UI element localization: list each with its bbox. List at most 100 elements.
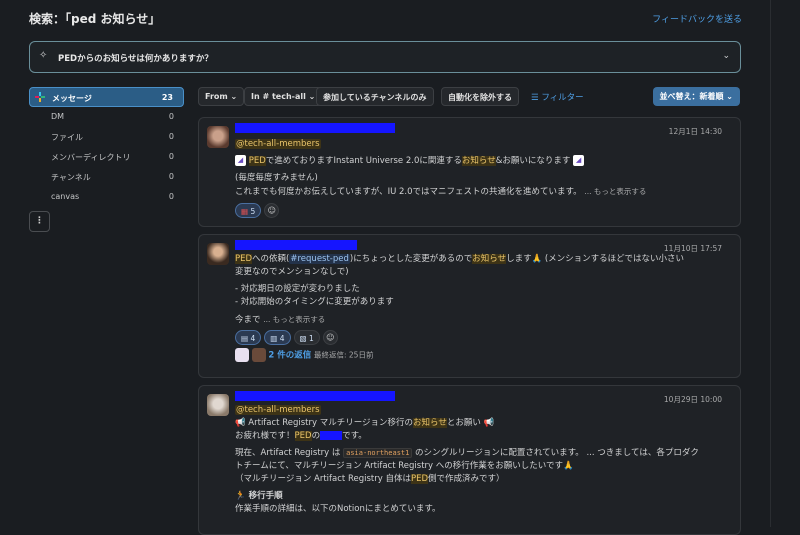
- avatar[interactable]: [207, 126, 229, 148]
- feedback-link[interactable]: フィードバックを送る: [652, 12, 742, 25]
- result-type-sidebar: メッセージ 23 DM 0 ファイル 0 メンバーディレクトリ 0 チャンネル 0 ca…: [29, 87, 184, 207]
- filter-button[interactable]: ☰ フィルター: [531, 91, 584, 103]
- message-text: (毎度毎度すみません): [235, 173, 318, 183]
- sidebar-item-count: 0: [168, 152, 174, 161]
- message-text: のシングルリージョンに配置されています。: [415, 448, 584, 458]
- sidebar-item-messages[interactable]: メッセージ 23: [29, 87, 184, 107]
- reaction-emoji-icon: ▧: [299, 334, 307, 343]
- sidebar-item-count: 0: [168, 192, 174, 201]
- ped-highlight: PED: [248, 156, 266, 166]
- message-text: これまでも何度かお伝えしていますが、IU 2.0ではマニフェストの共通化を進めて…: [235, 187, 582, 197]
- page-title: 検索：「ped お知らせ」: [29, 12, 161, 26]
- reaction-emoji-icon: ▤: [241, 334, 249, 343]
- sidebar-item-dm[interactable]: DM 0: [29, 107, 184, 127]
- redacted-username: [235, 240, 357, 250]
- redacted-username: [235, 391, 395, 401]
- avatar[interactable]: [207, 243, 229, 265]
- more-options-button[interactable]: ⋮: [29, 211, 50, 232]
- search-result-message[interactable]: 11月10日 17:57 PEDへの依頼(#request-ped)にちょっとし…: [198, 234, 741, 378]
- message-timestamp[interactable]: 12月1日 14:30: [669, 126, 722, 137]
- add-reaction-icon[interactable]: ☺: [322, 330, 338, 345]
- message-text: （マルチリージョン Artifact Registry 自体は: [235, 474, 411, 484]
- message-text: で進めておりますInstant Universe 2.0に関連する: [265, 156, 462, 166]
- last-reply-text: 最終返信: 25日前: [313, 350, 374, 360]
- exclude-automation-toggle[interactable]: 自動化を除外する: [441, 87, 519, 106]
- message-text: 今まで: [235, 315, 261, 325]
- message-text: - 対応期日の設定が変わりました: [235, 284, 360, 294]
- sidebar-item-label: チャンネル: [51, 173, 91, 182]
- reaction-button[interactable]: ▦ 5: [235, 203, 262, 218]
- sidebar-item-count: 0: [168, 132, 174, 141]
- joined-channels-toggle[interactable]: 参加しているチャンネルのみ: [316, 87, 434, 106]
- in-channel-filter-button[interactable]: In # tech-all ⌄: [244, 87, 323, 106]
- message-text: )にちょっとした変更があるので: [349, 254, 473, 264]
- reaction-count: 1: [309, 334, 314, 343]
- search-highlight: お知らせ: [413, 418, 447, 428]
- ped-highlight: PED: [410, 474, 428, 484]
- megaphone-icon: 📢: [235, 418, 246, 428]
- ai-question-bar[interactable]: ✧ PEDからのお知らせは何かありますか？ ⌄: [29, 41, 741, 73]
- sidebar-item-canvas[interactable]: canvas 0: [29, 187, 184, 207]
- add-reaction-icon[interactable]: ☺: [264, 203, 280, 218]
- message-text: 現在、Artifact Registry は: [235, 448, 341, 458]
- message-text: トチームにて、マルチリージョン Artifact Registry への移行作業…: [235, 461, 574, 471]
- reaction-button[interactable]: ▤ 4: [235, 330, 262, 345]
- redacted-username: [235, 123, 395, 133]
- slack-icon: [35, 92, 45, 102]
- search-result-message[interactable]: 10月29日 10:00 @tech-all-members 📢 Artifac…: [198, 385, 741, 535]
- search-result-message[interactable]: 12月1日 14:30 @tech-all-members ◢ PEDで進めてお…: [198, 117, 741, 227]
- reaction-count: 5: [250, 207, 256, 216]
- message-text: Artifact Registry マルチリージョン移行の: [248, 418, 414, 428]
- reply-avatar: [251, 348, 266, 362]
- message-text: の: [311, 431, 321, 441]
- inline-code: asia-northeast1: [343, 448, 413, 458]
- message-text: への依頼(: [252, 254, 290, 264]
- sidebar-item-label: DM: [51, 112, 65, 121]
- filter-label: フィルター: [541, 93, 584, 103]
- sidebar-item-members[interactable]: メンバーディレクトリ 0: [29, 147, 184, 167]
- message-text: お疲れ様です！: [235, 431, 295, 441]
- message-text: します🙏 (メンションするほどではない小さい: [506, 254, 685, 264]
- sidebar-item-channels[interactable]: チャンネル 0: [29, 167, 184, 187]
- instant-universe-icon: ◢: [573, 155, 585, 166]
- search-highlight: お知らせ: [461, 156, 496, 166]
- message-text: - 対応開始のタイミングに変更があります: [235, 297, 394, 307]
- filter-icon: ☰: [531, 93, 539, 103]
- section-heading: 移行手順: [248, 491, 283, 501]
- message-text: とお願い: [446, 418, 481, 428]
- thread-replies-link[interactable]: 2 件の返信: [268, 351, 311, 361]
- message-body: @tech-all-members 📢 Artifact Registry マル…: [235, 404, 699, 516]
- ped-highlight: PED: [235, 254, 253, 264]
- message-text: です。: [342, 431, 367, 441]
- search-highlight: お知らせ: [472, 254, 507, 264]
- right-gutter: [770, 0, 800, 527]
- user-group-mention[interactable]: @tech-all-members: [235, 405, 321, 415]
- filter-bar: From ⌄ In # tech-all ⌄ 参加しているチャンネルのみ 自動化…: [198, 87, 743, 107]
- chevron-down-icon[interactable]: ⌄: [722, 51, 730, 61]
- reaction-button[interactable]: ▧ 1: [293, 330, 320, 345]
- reaction-button[interactable]: ▥ 4: [264, 330, 291, 345]
- message-text: &お願いになります: [495, 156, 571, 166]
- sidebar-item-count: 0: [168, 172, 174, 181]
- sidebar-item-label: canvas: [51, 192, 80, 201]
- reaction-emoji-icon: ▥: [270, 334, 278, 343]
- sidebar-item-count: 0: [168, 112, 174, 121]
- sort-button[interactable]: 並べ替え：新着順 ⌄: [652, 87, 740, 106]
- message-text: 作業手順の詳細は、以下のNotionにまとめています。: [235, 504, 441, 514]
- reaction-count: 4: [250, 334, 256, 343]
- reaction-count: 4: [279, 334, 285, 343]
- show-more-link[interactable]: ... もっと表示する: [584, 187, 646, 196]
- sparkle-icon: ✧: [39, 50, 48, 61]
- show-more-link[interactable]: ... もっと表示する: [263, 315, 325, 324]
- sidebar-item-label: メッセージ: [52, 94, 92, 103]
- ped-highlight: PED: [294, 431, 312, 441]
- message-text: 変更なのでメンションなしで): [235, 267, 349, 277]
- avatar[interactable]: [207, 394, 229, 416]
- message-text: ... つきましては、各プロダク: [586, 448, 699, 458]
- from-filter-button[interactable]: From ⌄: [198, 87, 245, 106]
- megaphone-icon: 📢: [483, 418, 495, 428]
- reply-avatar: [235, 348, 249, 362]
- user-group-mention[interactable]: @tech-all-members: [235, 139, 321, 149]
- channel-link[interactable]: #request-ped: [289, 254, 350, 264]
- sidebar-item-files[interactable]: ファイル 0: [29, 127, 184, 147]
